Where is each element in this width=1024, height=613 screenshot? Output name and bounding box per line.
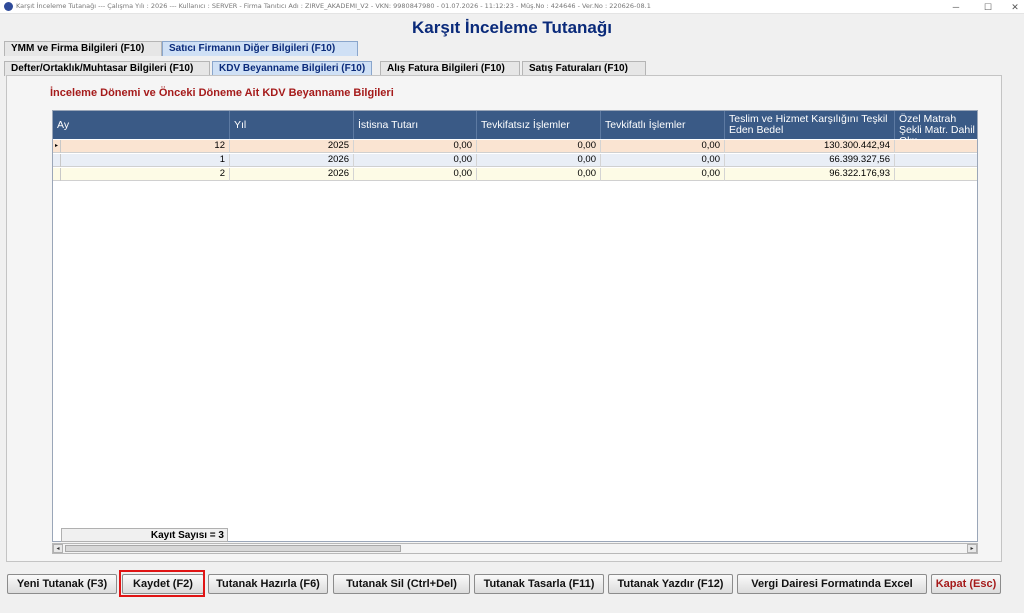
cell-ay[interactable]: 1 <box>61 154 230 167</box>
app-logo-icon <box>4 2 13 11</box>
table-row[interactable]: 2 2026 0,00 0,00 0,00 96.322.176,93 <box>53 168 977 181</box>
print-report-button[interactable]: Tutanak Yazdır (F12) <box>608 574 733 594</box>
column-header-yil[interactable]: Yıl <box>230 111 354 139</box>
section-title: İnceleme Dönemi ve Önceki Döneme Ait KDV… <box>50 87 394 99</box>
row-indicator-icon <box>53 154 61 167</box>
window-title: Karşıt İnceleme Tutanağı --- Çalışma Yıl… <box>16 2 651 10</box>
design-report-button[interactable]: Tutanak Tasarla (F11) <box>474 574 604 594</box>
new-report-button[interactable]: Yeni Tutanak (F3) <box>7 574 117 594</box>
top-tab-bar: YMM ve Firma Bilgileri (F10) Satıcı Firm… <box>4 41 364 56</box>
column-header-tevkifatsiz[interactable]: Tevkifatsız İşlemler <box>477 111 601 139</box>
action-button-bar: Yeni Tutanak (F3) Kaydet (F2) Tutanak Ha… <box>0 566 1024 610</box>
cell-ozel-matrah[interactable] <box>895 154 977 167</box>
close-button[interactable]: Kapat (Esc) <box>931 574 1001 594</box>
row-indicator-icon: ▸ <box>53 140 61 153</box>
table-row[interactable]: ▸ 12 2025 0,00 0,00 0,00 130.300.442,94 <box>53 140 977 153</box>
cell-tevkifatsiz[interactable]: 0,00 <box>477 140 601 153</box>
delete-report-button[interactable]: Tutanak Sil (Ctrl+Del) <box>333 574 470 594</box>
window-titlebar: Karşıt İnceleme Tutanağı --- Çalışma Yıl… <box>0 0 1024 14</box>
tab-satici-firma[interactable]: Satıcı Firmanın Diğer Bilgileri (F10) <box>162 41 358 56</box>
grid-header: Ay Yıl İstisna Tutarı Tevkifatsız İşleml… <box>53 111 977 140</box>
row-indicator-icon <box>53 168 61 181</box>
tab-ymm-firma[interactable]: YMM ve Firma Bilgileri (F10) <box>4 41 162 56</box>
tax-office-excel-button[interactable]: Vergi Dairesi Formatında Excel <box>737 574 927 594</box>
cell-tevkifatsiz[interactable]: 0,00 <box>477 168 601 181</box>
cell-teslim-hizmet[interactable]: 130.300.442,94 <box>725 140 895 153</box>
scroll-right-icon[interactable]: ▸ <box>967 544 977 553</box>
minimize-icon[interactable]: ─ <box>948 1 964 13</box>
tab-defter-ortaklik[interactable]: Defter/Ortaklık/Muhtasar Bilgileri (F10) <box>4 61 210 76</box>
cell-teslim-hizmet[interactable]: 66.399.327,56 <box>725 154 895 167</box>
column-header-istisna[interactable]: İstisna Tutarı <box>354 111 477 139</box>
cell-ozel-matrah[interactable] <box>895 168 977 181</box>
scroll-thumb[interactable] <box>65 545 401 552</box>
horizontal-scrollbar[interactable]: ◂ ▸ <box>52 543 978 554</box>
cell-yil[interactable]: 2025 <box>230 140 354 153</box>
table-row[interactable]: 1 2026 0,00 0,00 0,00 66.399.327,56 <box>53 154 977 167</box>
close-window-icon[interactable]: ✕ <box>1007 1 1023 13</box>
cell-tevkifatli[interactable]: 0,00 <box>601 154 725 167</box>
cell-ay[interactable]: 2 <box>61 168 230 181</box>
tab-satis-faturalari[interactable]: Satış Faturaları (F10) <box>522 61 646 76</box>
column-header-teslim-hizmet[interactable]: Teslim ve Hizmet Karşılığını Teşkil Eden… <box>725 111 895 139</box>
column-header-tevkifatli[interactable]: Tevkifatlı İşlemler <box>601 111 725 139</box>
kdv-data-grid[interactable]: Ay Yıl İstisna Tutarı Tevkifatsız İşleml… <box>52 110 978 542</box>
cell-tevkifatli[interactable]: 0,00 <box>601 140 725 153</box>
record-count: Kayıt Sayısı = 3 <box>61 528 228 542</box>
column-header-ozel-matrah[interactable]: Özel Matrah Şekli Matr. Dahil Olm. <box>895 111 977 140</box>
tab-alis-fatura[interactable]: Alış Fatura Bilgileri (F10) <box>380 61 520 76</box>
cell-istisna[interactable]: 0,00 <box>354 140 477 153</box>
column-header-ay[interactable]: Ay <box>53 111 230 139</box>
cell-istisna[interactable]: 0,00 <box>354 154 477 167</box>
cell-tevkifatsiz[interactable]: 0,00 <box>477 154 601 167</box>
save-button[interactable]: Kaydet (F2) <box>122 574 204 594</box>
cell-yil[interactable]: 2026 <box>230 168 354 181</box>
cell-yil[interactable]: 2026 <box>230 154 354 167</box>
prepare-report-button[interactable]: Tutanak Hazırla (F6) <box>208 574 328 594</box>
page-title: Karşıt İnceleme Tutanağı <box>412 18 612 37</box>
cell-teslim-hizmet[interactable]: 96.322.176,93 <box>725 168 895 181</box>
cell-ay[interactable]: 12 <box>61 140 230 153</box>
tab-kdv-beyanname[interactable]: KDV Beyanname Bilgileri (F10) <box>212 61 372 76</box>
cell-ozel-matrah[interactable] <box>895 140 977 153</box>
scroll-left-icon[interactable]: ◂ <box>53 544 63 553</box>
cell-istisna[interactable]: 0,00 <box>354 168 477 181</box>
sub-tab-bar: Defter/Ortaklık/Muhtasar Bilgileri (F10)… <box>4 61 649 76</box>
maximize-icon[interactable]: ☐ <box>980 1 996 13</box>
cell-tevkifatli[interactable]: 0,00 <box>601 168 725 181</box>
